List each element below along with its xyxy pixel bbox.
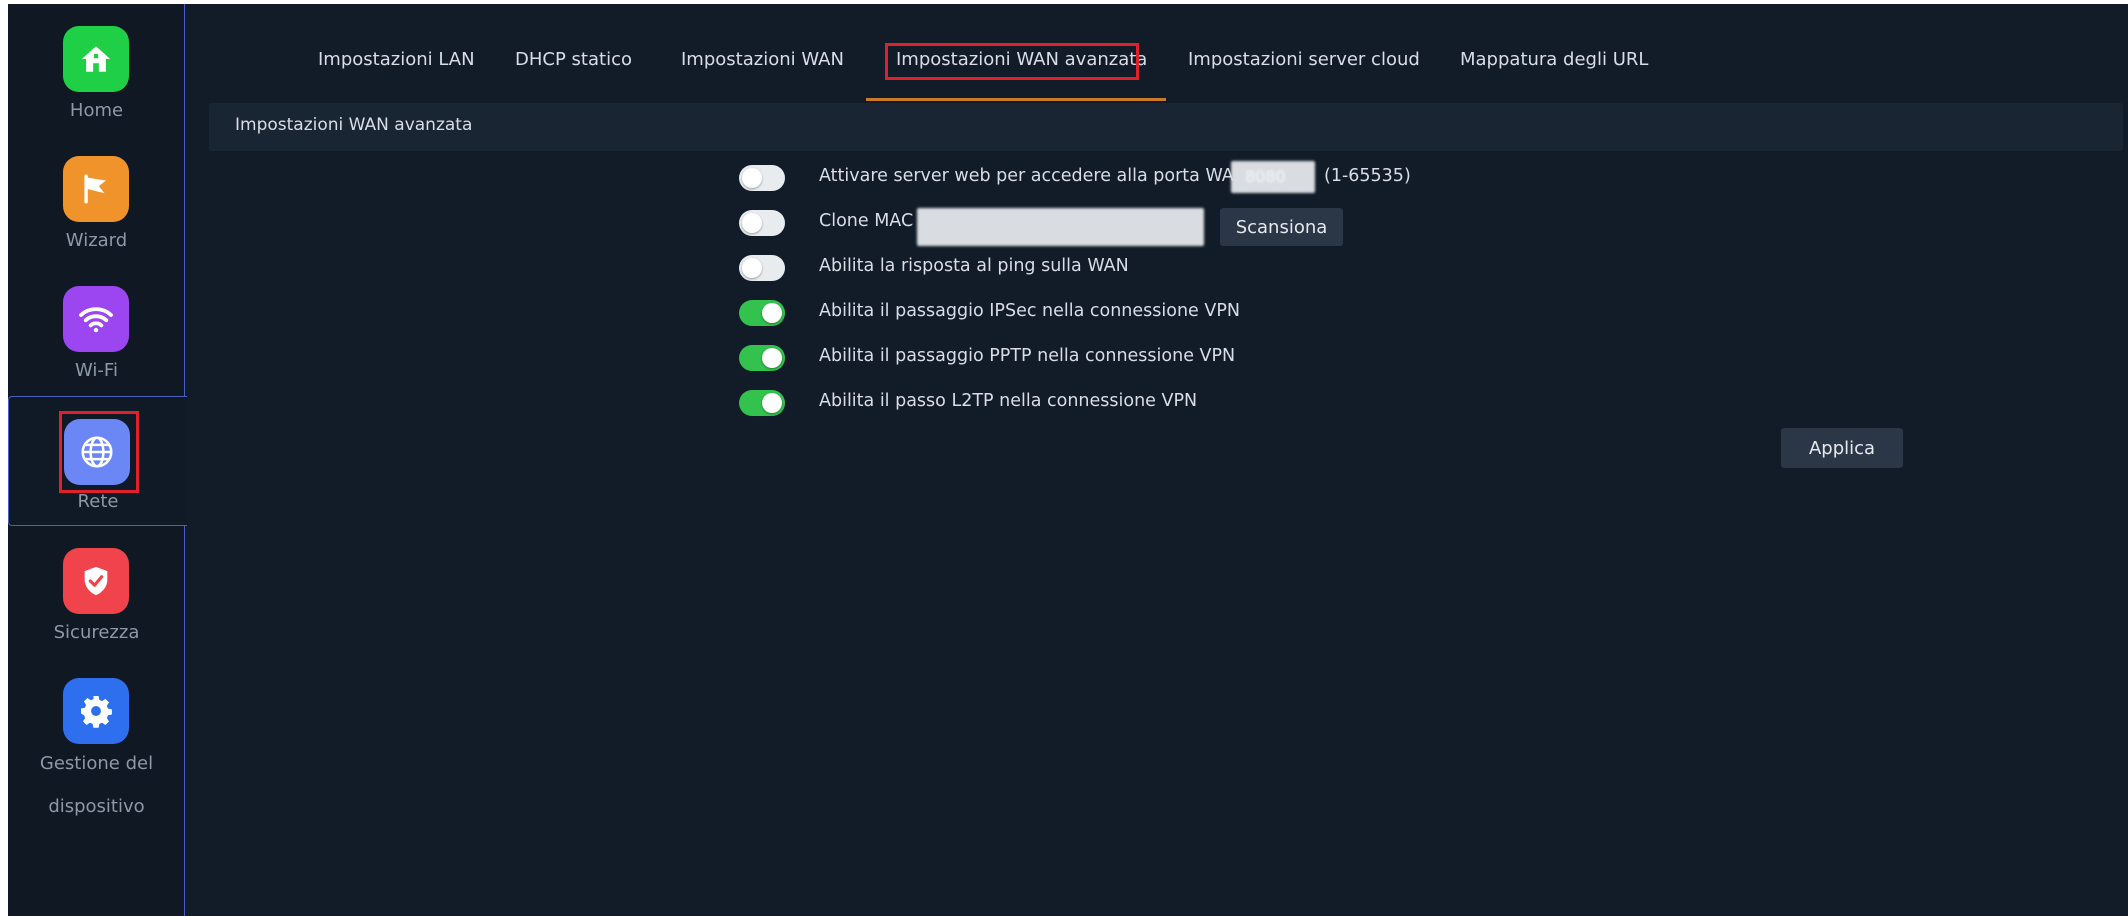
pptp-label: Abilita il passaggio PPTP nella connessi…: [819, 346, 1236, 366]
section-title: Impostazioni WAN avanzata: [235, 115, 473, 135]
sidebar-item-wifi[interactable]: Wi-Fi: [8, 264, 185, 394]
highlight-box: [885, 43, 1139, 80]
sidebar-item-label: Rete: [77, 491, 119, 512]
active-tab-indicator: [866, 98, 1166, 101]
clone-mac-toggle[interactable]: [739, 210, 785, 236]
toggle-knob: [742, 168, 762, 188]
tab-lan[interactable]: Impostazioni LAN: [318, 49, 475, 70]
tab-dhcp-statico[interactable]: DHCP statico: [515, 49, 632, 70]
tab-wan[interactable]: Impostazioni WAN: [681, 49, 844, 70]
shield-check-icon: [63, 548, 129, 614]
sidebar: Home Wizard Wi-Fi Rete Sicurezza Gestion…: [8, 4, 187, 916]
highlight-box: [59, 411, 139, 493]
sidebar-item-label: Gestione del dispositivo: [39, 753, 154, 817]
wan-port-input[interactable]: 8080: [1231, 161, 1315, 193]
apply-button[interactable]: Applica: [1781, 428, 1903, 468]
tab-mappatura-url[interactable]: Mappatura degli URL: [1460, 49, 1648, 70]
scan-button[interactable]: Scansiona: [1220, 208, 1343, 246]
sidebar-item-gestione[interactable]: Gestione del dispositivo: [8, 656, 185, 817]
sidebar-item-wizard[interactable]: Wizard: [8, 134, 185, 264]
toggle-knob: [762, 393, 782, 413]
port-range-hint: (1-65535): [1324, 166, 1411, 186]
sidebar-item-label: Wizard: [65, 230, 128, 251]
l2tp-toggle[interactable]: [739, 390, 785, 416]
toggle-knob: [762, 303, 782, 323]
flag-icon: [63, 156, 129, 222]
ping-label: Abilita la risposta al ping sulla WAN: [819, 256, 1129, 276]
gear-icon: [63, 678, 129, 744]
ipsec-toggle[interactable]: [739, 300, 785, 326]
clone-mac-label: Clone MAC: [819, 211, 914, 231]
sidebar-item-label: Home: [69, 100, 124, 121]
sidebar-item-home[interactable]: Home: [8, 4, 185, 134]
tab-bar: Impostazioni LAN DHCP statico Impostazio…: [185, 4, 2128, 102]
ping-toggle[interactable]: [739, 255, 785, 281]
toggle-knob: [742, 258, 762, 278]
sidebar-item-label: Wi-Fi: [75, 360, 118, 381]
home-icon: [63, 26, 129, 92]
router-app: Home Wizard Wi-Fi Rete Sicurezza Gestion…: [8, 4, 2128, 916]
pptp-toggle[interactable]: [739, 345, 785, 371]
sidebar-item-sicurezza[interactable]: Sicurezza: [8, 526, 185, 656]
wifi-icon: [63, 286, 129, 352]
toggle-knob: [742, 213, 762, 233]
sidebar-item-label: Sicurezza: [53, 622, 140, 643]
mac-address-input[interactable]: [917, 208, 1204, 246]
tab-server-cloud[interactable]: Impostazioni server cloud: [1188, 49, 1420, 70]
l2tp-label: Abilita il passo L2TP nella connessione …: [819, 391, 1198, 411]
web-server-toggle[interactable]: [739, 165, 785, 191]
sidebar-item-rete[interactable]: Rete: [8, 396, 187, 526]
section-header: Impostazioni WAN avanzata: [209, 103, 2123, 151]
web-server-label: Attivare server web per accedere alla po…: [819, 166, 1247, 186]
ipsec-label: Abilita il passaggio IPSec nella conness…: [819, 301, 1240, 321]
toggle-knob: [762, 348, 782, 368]
